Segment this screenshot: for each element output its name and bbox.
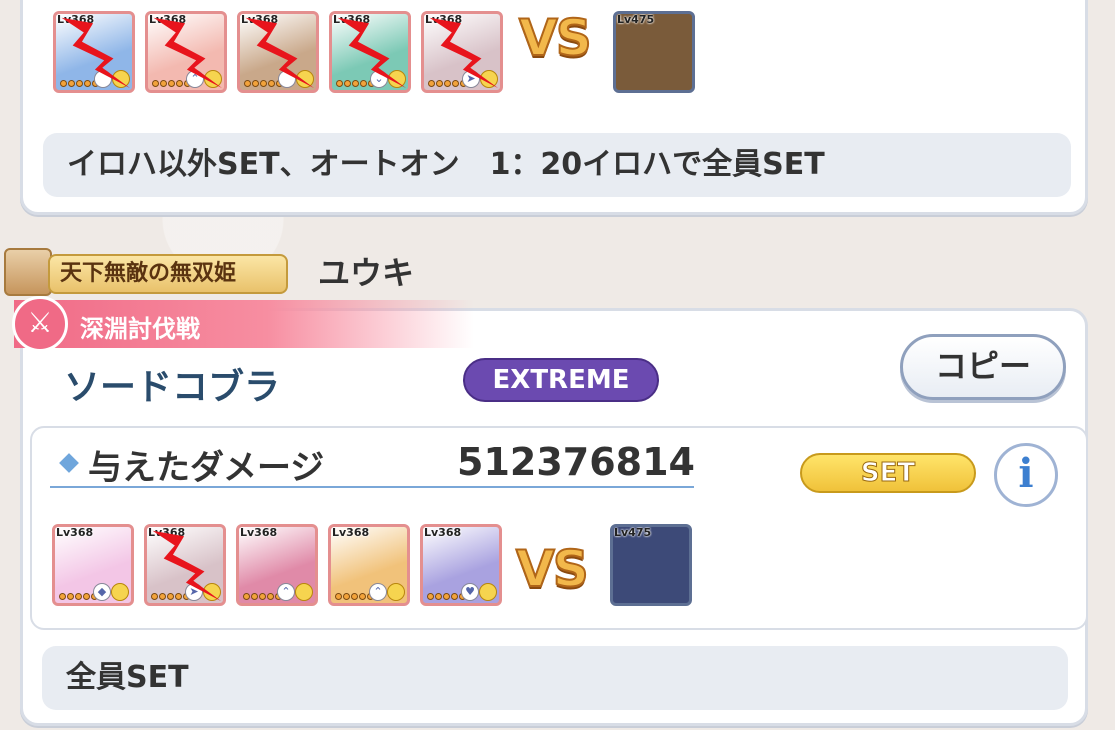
rank-icon bbox=[479, 583, 497, 601]
star-rating bbox=[335, 593, 374, 600]
clan-battle-record-card: Lv368 Lv368 ⌃ Lv368 Lv368 ⌄ Lv368 ➤ VS Lv475 イロ… bbox=[20, 0, 1088, 215]
character-portrait: Lv368 ⌃ bbox=[328, 524, 410, 606]
boss-portrait: Lv475 bbox=[610, 524, 692, 606]
star-icon bbox=[343, 593, 350, 600]
vs-label: VS bbox=[515, 539, 590, 599]
boss-name: ソードコブラ bbox=[64, 367, 281, 408]
star-icon bbox=[359, 593, 366, 600]
damage-label: 与えたダメージ bbox=[88, 448, 325, 488]
character-portrait: Lv368 ⌄ bbox=[329, 11, 411, 93]
memo-text: 全員SET bbox=[42, 646, 1068, 710]
rank-icon bbox=[387, 583, 405, 601]
role-icon: ⌃ bbox=[369, 583, 387, 601]
copy-button[interactable]: コピー bbox=[900, 334, 1066, 400]
role-icon: ⌃ bbox=[277, 583, 295, 601]
info-icon[interactable]: i bbox=[994, 443, 1058, 507]
character-portrait: Lv368 bbox=[53, 11, 135, 93]
character-portrait: Lv368 ◆ bbox=[52, 524, 134, 606]
star-rating bbox=[243, 593, 282, 600]
boss-portrait: Lv475 bbox=[613, 11, 695, 93]
character-level: Lv368 bbox=[240, 526, 278, 539]
star-icon bbox=[427, 593, 434, 600]
star-icon bbox=[435, 593, 442, 600]
star-icon bbox=[59, 593, 66, 600]
lightning-slash-mark bbox=[245, 17, 315, 89]
lightning-slash-mark bbox=[152, 530, 222, 602]
star-icon bbox=[335, 593, 342, 600]
star-icon bbox=[83, 593, 90, 600]
star-rating bbox=[427, 593, 466, 600]
character-portrait: Lv368 ♥ bbox=[420, 524, 502, 606]
boss-level: Lv475 bbox=[617, 13, 655, 26]
character-portrait: Lv368 ⌃ bbox=[236, 524, 318, 606]
character-level: Lv368 bbox=[56, 526, 94, 539]
lightning-slash-mark bbox=[429, 17, 499, 89]
star-icon bbox=[351, 593, 358, 600]
damage-value: 512376814 bbox=[457, 440, 695, 484]
difficulty-badge: EXTREME bbox=[463, 358, 659, 402]
character-portrait: Lv368 ➤ bbox=[421, 11, 503, 93]
star-icon bbox=[267, 593, 274, 600]
character-portrait: Lv368 ⌃ bbox=[145, 11, 227, 93]
memo-text: イロハ以外SET、オートオン 1：20イロハで全員SET bbox=[43, 133, 1071, 197]
player-name: ユウキ bbox=[318, 254, 415, 292]
lightning-slash-mark bbox=[337, 17, 407, 89]
rank-icon bbox=[295, 583, 313, 601]
castle-icon bbox=[4, 248, 52, 296]
title-badge: 天下無敵の無双姫 bbox=[0, 244, 300, 300]
star-icon bbox=[259, 593, 266, 600]
star-icon bbox=[67, 593, 74, 600]
star-icon bbox=[451, 593, 458, 600]
lightning-slash-mark bbox=[61, 17, 131, 89]
role-icon: ◆ bbox=[93, 583, 111, 601]
lightning-slash-mark bbox=[153, 17, 223, 89]
character-level: Lv368 bbox=[332, 526, 370, 539]
set-button[interactable]: SET bbox=[800, 453, 976, 493]
battle-mode-label: 深淵討伐戦 bbox=[80, 315, 200, 343]
character-portrait: Lv368 bbox=[237, 11, 319, 93]
role-icon: ♥ bbox=[461, 583, 479, 601]
star-icon bbox=[251, 593, 258, 600]
character-portrait: Lv368 ➤ bbox=[144, 524, 226, 606]
damage-underline bbox=[50, 486, 694, 488]
star-icon bbox=[443, 593, 450, 600]
rank-icon bbox=[111, 583, 129, 601]
boss-level: Lv475 bbox=[614, 526, 652, 539]
star-rating bbox=[59, 593, 98, 600]
star-icon bbox=[243, 593, 250, 600]
title-badge-label: 天下無敵の無双姫 bbox=[48, 254, 288, 294]
character-level: Lv368 bbox=[424, 526, 462, 539]
vs-label: VS bbox=[518, 8, 593, 68]
crossed-swords-icon: ⚔ bbox=[12, 296, 68, 352]
star-icon bbox=[75, 593, 82, 600]
